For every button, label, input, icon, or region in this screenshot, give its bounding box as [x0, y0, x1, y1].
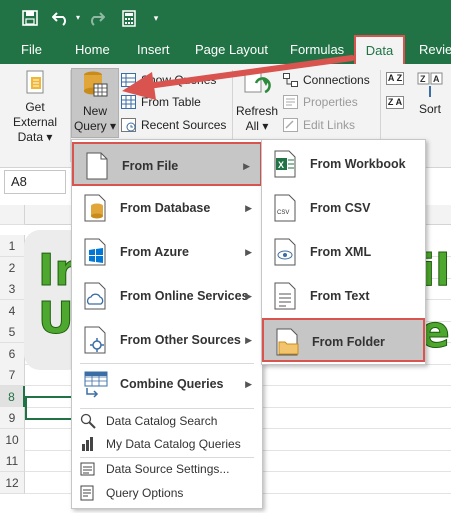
file-icon	[86, 152, 112, 182]
new-query-menu: From File ▶ From Database ▶ From Azure ▶…	[71, 139, 263, 509]
menu-item-label: From Online Services	[120, 289, 249, 303]
menu-item-from-database[interactable]: From Database ▶	[72, 186, 262, 230]
row-header[interactable]: 5	[0, 321, 25, 343]
menu-item-label: From XML	[310, 245, 372, 259]
from-file-submenu: X From Workbook CSV From CSV From XML Fr…	[261, 139, 426, 365]
menu-item-label: From Workbook	[310, 157, 406, 171]
folder-icon	[276, 328, 302, 358]
chevron-right-icon: ▶	[245, 335, 252, 345]
svg-text:X: X	[278, 160, 284, 170]
csv-icon: CSV	[274, 194, 300, 224]
database-icon	[84, 194, 110, 224]
row-header[interactable]: 7	[0, 364, 25, 386]
catalog-search-icon	[80, 413, 96, 429]
menu-item-label: Combine Queries	[120, 377, 224, 391]
banner-text-line2-left: U	[38, 293, 75, 344]
menu-item-label: From CSV	[310, 201, 371, 215]
catalog-queries-icon	[80, 436, 96, 452]
row-header[interactable]: 4	[0, 300, 25, 322]
menu-item-from-csv[interactable]: CSV From CSV	[262, 186, 425, 230]
menu-item-combine-queries[interactable]: Combine Queries ▶	[72, 362, 262, 406]
row-header[interactable]: 8	[0, 386, 25, 408]
chevron-right-icon: ▶	[243, 161, 250, 171]
menu-item-label: Query Options	[106, 486, 184, 500]
windows-icon	[84, 238, 110, 268]
settings-icon	[80, 461, 96, 477]
chevron-right-icon: ▶	[245, 247, 252, 257]
menu-item-data-catalog-search[interactable]: Data Catalog Search	[72, 410, 262, 432]
xml-icon	[274, 238, 300, 268]
menu-item-from-text[interactable]: From Text	[262, 274, 425, 318]
chevron-right-icon: ▶	[245, 291, 252, 301]
menu-item-from-workbook[interactable]: X From Workbook	[262, 142, 425, 186]
menu-item-from-file[interactable]: From File ▶	[72, 142, 262, 186]
row-header[interactable]: 12	[0, 472, 25, 494]
menu-item-query-options[interactable]: Query Options	[72, 482, 262, 504]
selected-cell[interactable]	[25, 396, 73, 420]
menu-item-from-azure[interactable]: From Azure ▶	[72, 230, 262, 274]
menu-item-data-source-settings[interactable]: Data Source Settings...	[72, 458, 262, 480]
row-header[interactable]: 2	[0, 257, 25, 279]
row-header[interactable]: 11	[0, 450, 25, 472]
menu-item-label: From Text	[310, 289, 370, 303]
cloud-icon	[84, 282, 110, 312]
menu-item-from-online-services[interactable]: From Online Services ▶	[72, 274, 262, 318]
menu-item-label: From Folder	[312, 335, 385, 349]
excel-workbook-icon: X	[274, 150, 300, 180]
menu-item-from-folder[interactable]: From Folder	[262, 318, 425, 362]
query-options-icon	[80, 485, 96, 501]
menu-item-label: Data Catalog Search	[106, 414, 218, 428]
combine-icon	[84, 370, 110, 400]
menu-divider	[80, 408, 254, 409]
row-header[interactable]: 10	[0, 429, 25, 451]
chevron-right-icon: ▶	[245, 203, 252, 213]
select-all-corner[interactable]	[0, 205, 25, 225]
chevron-right-icon: ▶	[245, 379, 252, 389]
row-header[interactable]: 1	[0, 235, 25, 257]
menu-item-label: From Other Sources	[120, 333, 241, 347]
row-header[interactable]: 6	[0, 343, 25, 365]
menu-item-my-data-catalog-queries[interactable]: My Data Catalog Queries	[72, 433, 262, 455]
text-file-icon	[274, 282, 300, 312]
svg-text:CSV: CSV	[277, 210, 289, 216]
name-box[interactable]: A8	[4, 170, 66, 194]
menu-item-from-other-sources[interactable]: From Other Sources ▶	[72, 318, 262, 362]
menu-item-from-xml[interactable]: From XML	[262, 230, 425, 274]
menu-item-label: From Azure	[120, 245, 189, 259]
menu-item-label: Data Source Settings...	[106, 462, 230, 476]
row-header[interactable]: 3	[0, 278, 25, 300]
annotation-arrow	[122, 55, 355, 100]
menu-item-label: From File	[122, 159, 179, 173]
other-sources-icon	[84, 326, 110, 356]
row-header[interactable]: 9	[0, 407, 25, 429]
menu-item-label: My Data Catalog Queries	[106, 437, 241, 451]
menu-item-label: From Database	[120, 201, 211, 215]
